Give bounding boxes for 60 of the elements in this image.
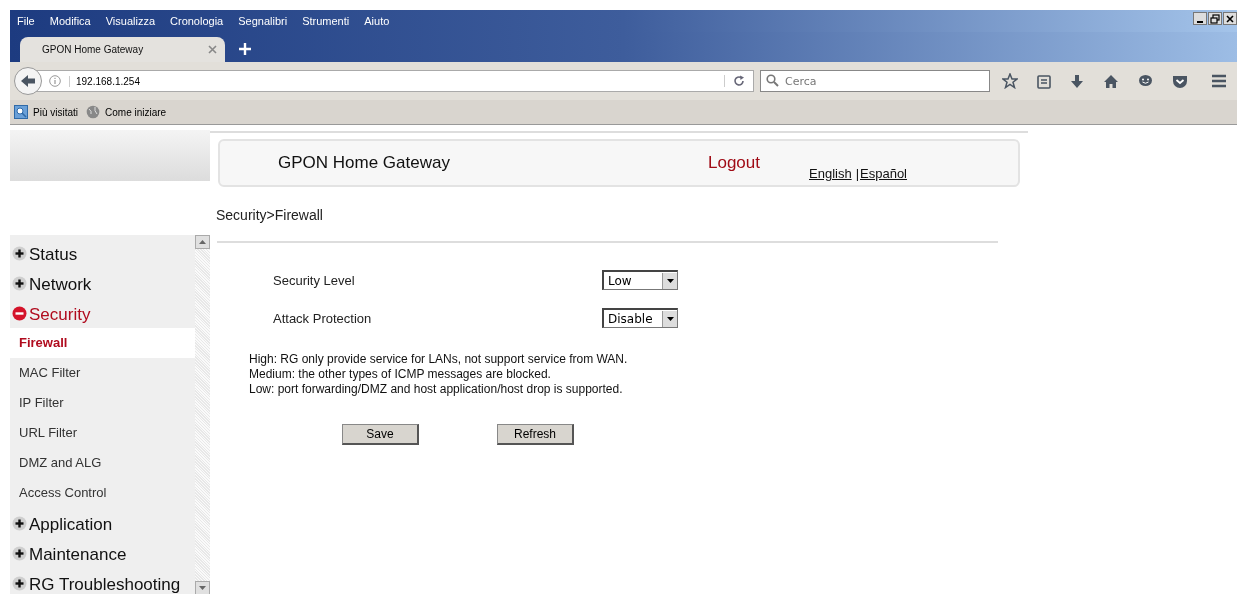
new-tab-icon[interactable]: [239, 43, 251, 55]
minimize-icon[interactable]: [1193, 12, 1207, 25]
sidebar-item[interactable]: DMZ and ALG: [10, 448, 195, 478]
menu-item[interactable]: Aiuto: [364, 15, 390, 27]
sidebar-section[interactable]: Security: [10, 298, 195, 328]
language-link[interactable]: Español: [860, 165, 907, 181]
menu-item[interactable]: File: [17, 15, 35, 27]
dropdown-arrow-icon: [666, 278, 674, 283]
dropdown[interactable]: Disable: [602, 308, 678, 328]
browser-tab[interactable]: GPON Home Gateway: [20, 37, 225, 62]
sidebar-item[interactable]: MAC Filter: [10, 358, 195, 388]
back-button[interactable]: [14, 67, 42, 95]
home-icon[interactable]: [1103, 73, 1119, 89]
sidebar-item[interactable]: IP Filter: [10, 388, 195, 418]
sidebar-section[interactable]: Network: [10, 268, 195, 298]
menu-item[interactable]: Cronologia: [170, 15, 224, 27]
field-label: Attack Protection: [273, 310, 373, 326]
search-icon: [14, 105, 28, 119]
menu-item[interactable]: Modifica: [49, 15, 91, 27]
sidebar-section[interactable]: Application: [10, 508, 195, 538]
refresh-button[interactable]: Refresh: [497, 424, 574, 445]
restore-icon[interactable]: [1208, 12, 1222, 25]
menu-item[interactable]: Strumenti: [302, 15, 350, 27]
download-icon[interactable]: [1070, 73, 1084, 89]
menu-item[interactable]: Segnalibri: [238, 15, 288, 27]
language-link[interactable]: English: [809, 165, 852, 181]
menu-icon[interactable]: [1211, 74, 1227, 88]
back-arrow-icon: [20, 74, 36, 88]
logout-link[interactable]: Logout: [708, 153, 809, 173]
dropdown[interactable]: Low: [602, 270, 678, 290]
search-field[interactable]: Cerca: [760, 70, 990, 92]
globe-icon: [86, 105, 100, 119]
sidebar-item[interactable]: URL Filter: [10, 418, 195, 448]
address-field[interactable]: 192.168.1.254: [36, 70, 754, 92]
sidebar-section[interactable]: RG Troubleshooting: [10, 568, 195, 594]
bookmark-item[interactable]: Come iniziare: [86, 105, 167, 119]
scroll-up-icon[interactable]: [199, 240, 206, 244]
help-text: Medium: the other types of ICMP messages are blocked.: [249, 367, 552, 382]
separator-text: |: [855, 165, 860, 181]
star-icon[interactable]: [1002, 73, 1018, 89]
dropdown-arrow-icon: [666, 316, 674, 321]
scroll-down-icon[interactable]: [199, 586, 206, 590]
scrollbar[interactable]: [195, 235, 210, 594]
sidebar-item[interactable]: Firewall: [10, 328, 195, 358]
help-text: High: RG only provide service for LANs, not support service from WAN.: [249, 352, 629, 367]
pocket-icon[interactable]: [1172, 73, 1188, 89]
app-title: GPON Home Gateway: [278, 153, 451, 173]
help-text: Low: port forwarding/DMZ and host application/host drop is supported.: [249, 382, 624, 397]
smiley-icon[interactable]: [1138, 74, 1153, 88]
menu-item[interactable]: Visualizza: [105, 15, 156, 27]
reload-icon[interactable]: [724, 75, 745, 87]
close-icon[interactable]: [1223, 12, 1237, 25]
save-button[interactable]: Save: [342, 424, 419, 445]
sidebar-section[interactable]: Maintenance: [10, 538, 195, 568]
breadcrumb: Security>Firewall: [216, 207, 324, 223]
field-label: Security Level: [273, 272, 356, 288]
sidebar-section[interactable]: Status: [10, 238, 195, 268]
sidebar-item[interactable]: Access Control: [10, 478, 195, 508]
bookmark-item[interactable]: Più visitati: [14, 105, 78, 119]
clipboard-icon[interactable]: [1037, 73, 1051, 89]
